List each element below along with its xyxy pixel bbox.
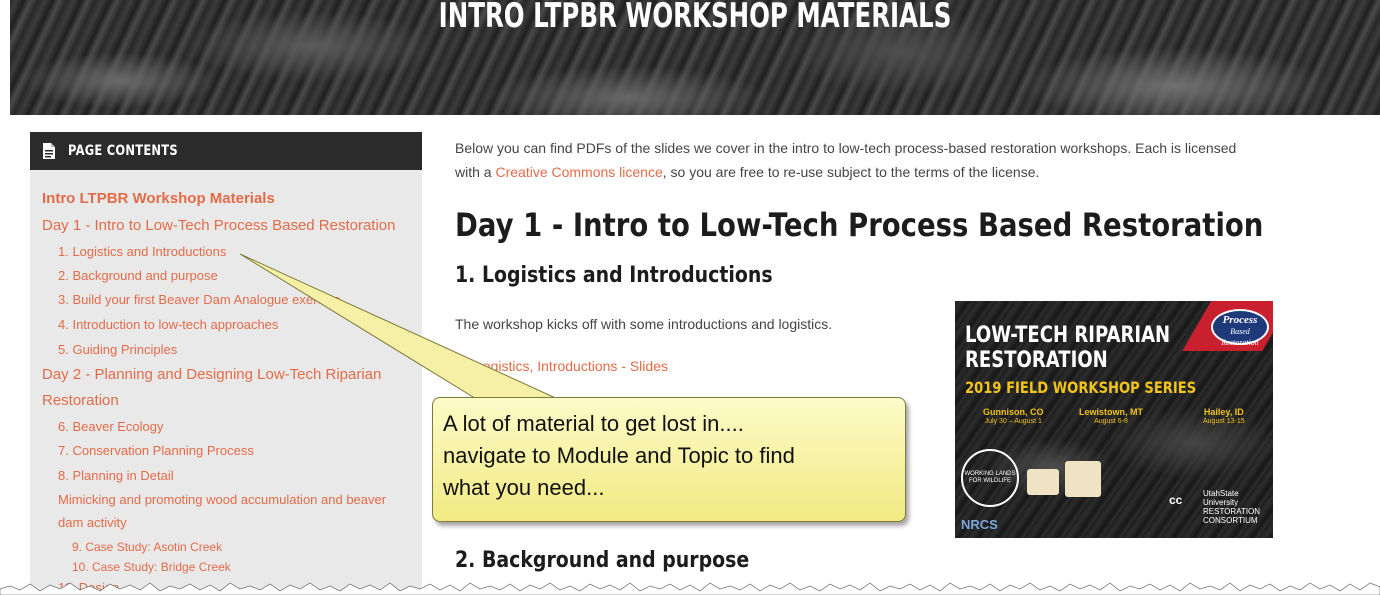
process-based-restoration-badge: Process Based Restoration [1211,309,1269,347]
logistics-slides-link[interactable]: Logistics, Introductions - Slides [475,358,668,374]
poster-location-gunnison: Gunnison, CO July 30 – August 1 [983,407,1044,425]
toc-item-asotin[interactable]: 9. Case Study: Asotin Creek [72,540,222,554]
poster-location-hailey: Hailey, ID August 13-15 [1203,407,1245,425]
heading-day1: Day 1 - Intro to Low-Tech Process Based … [455,206,1264,244]
torn-edge-bottom [0,582,1380,595]
workshop-poster-image[interactable]: Process Based Restoration LOW-TECH RIPARI… [955,301,1273,538]
poster-title-line2: RESTORATION [965,348,1108,373]
working-lands-logo: WORKING LANDS FOR WILDLIFE [961,449,1019,507]
page-contents-header: PAGE CONTENTS [30,132,422,170]
toc-item-bridge[interactable]: 10. Case Study: Bridge Creek [72,560,231,574]
toc-item-intro[interactable]: Intro LTPBR Workshop Materials [42,190,275,207]
partner-logo-2 [1065,461,1101,497]
toc-item-planning[interactable]: 8. Planning in Detail [58,468,174,483]
page-contents-sidebar: PAGE CONTENTS Intro LTPBR Workshop Mater… [30,132,422,595]
nrcs-logo: NRCS [961,517,998,532]
toc-item-day1[interactable]: Day 1 - Intro to Low-Tech Process Based … [42,217,396,234]
toc-item-mimicking-cont[interactable]: dam activity [58,515,127,530]
logistics-paragraph: The workshop kicks off with some introdu… [455,316,833,332]
poster-title-line1: LOW-TECH RIPARIAN [965,323,1171,348]
bullet-dot-icon [455,365,462,372]
toc-item-day2-cont[interactable]: Restoration [42,392,119,409]
callout-line-2: navigate to Module and Topic to find [443,443,795,468]
page-title: INTRO LTPBR WORKSHOP MATERIALS [438,0,952,36]
toc-item-low-tech[interactable]: 4. Introduction to low-tech approaches [58,317,278,332]
heading-logistics: 1. Logistics and Introductions [455,263,773,288]
intro-paragraph: Below you can find PDFs of the slides we… [455,136,1255,184]
toc-item-build-bda[interactable]: 3. Build your first Beaver Dam Analogue … [58,292,341,307]
heading-background: 2. Background and purpose [455,548,750,573]
toc-item-background[interactable]: 2. Background and purpose [58,268,218,283]
toc-item-beaver-ecology[interactable]: 6. Beaver Ecology [58,419,164,434]
toc-item-mimicking[interactable]: Mimicking and promoting wood accumulatio… [58,492,386,507]
toc-item-day2[interactable]: Day 2 - Planning and Designing Low-Tech … [42,366,381,383]
toc-item-logistics[interactable]: 1. Logistics and Introductions [58,244,226,259]
toc-item-conservation[interactable]: 7. Conservation Planning Process [58,443,254,458]
document-icon [43,143,55,159]
creative-commons-link[interactable]: Creative Commons licence [495,164,662,180]
page-banner: INTRO LTPBR WORKSHOP MATERIALS [10,0,1380,115]
annotation-callout: A lot of material to get lost in.... nav… [432,397,906,522]
creative-commons-badge-icon: cc [1169,493,1183,507]
page-contents-title: PAGE CONTENTS [68,143,178,159]
callout-line-1: A lot of material to get lost in.... [443,411,744,436]
poster-location-lewistown: Lewistown, MT August 6-8 [1079,407,1143,425]
poster-title-line3: 2019 FIELD WORKSHOP SERIES [965,378,1197,397]
toc-item-guiding[interactable]: 5. Guiding Principles [58,342,177,357]
callout-line-3: what you need... [443,475,605,500]
partner-logo-1 [1027,469,1059,495]
utah-state-logo: UtahState University RESTORATION CONSORTIU… [1203,489,1261,525]
intro-text-end: , so you are free to re-use subject to t… [662,164,1040,180]
